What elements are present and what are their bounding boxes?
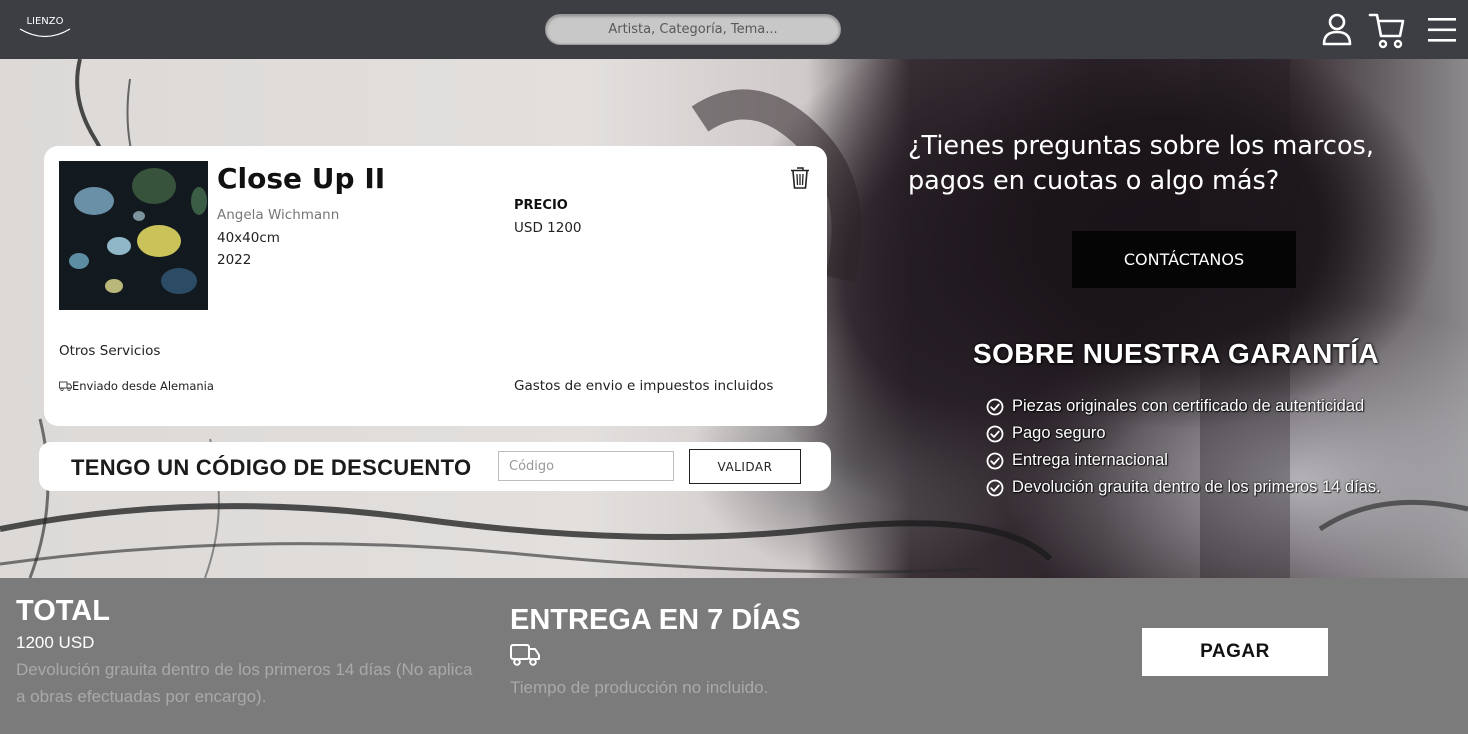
return-policy-note: Devolución grauita dentro de los primero…: [16, 660, 473, 706]
guarantee-item: Devolución grauita dentro de los primero…: [986, 474, 1381, 501]
total-amount: 1200 USD: [16, 633, 95, 652]
discount-code-input[interactable]: [498, 451, 674, 481]
menu-icon[interactable]: [1428, 17, 1456, 43]
cart-item-card: Close Up II Angela Wichmann 40x40cm 2022…: [44, 146, 827, 426]
discount-code-bar: TENGO UN CÓDIGO DE DESCUENTO VALIDAR: [39, 442, 831, 491]
artwork-year: 2022: [217, 252, 252, 268]
guarantee-title: SOBRE NUESTRA GARANTÍA: [973, 338, 1379, 369]
artwork-size: 40x40cm: [217, 230, 280, 246]
check-circle-icon: [986, 398, 1004, 415]
pay-button[interactable]: PAGAR: [1142, 628, 1328, 676]
site-logo[interactable]: LIENZO: [18, 12, 72, 42]
cart-icon[interactable]: [1368, 12, 1406, 50]
truck-icon: [59, 381, 72, 391]
contact-button[interactable]: CONTÁCTANOS: [1072, 231, 1296, 288]
logo-swoosh-icon: [19, 28, 71, 38]
checkout-summary-bar: TOTAL 1200 USD Devolución grauita dentro…: [0, 578, 1468, 734]
trash-icon[interactable]: [790, 166, 810, 190]
guarantee-item: Piezas originales con certificado de aut…: [986, 393, 1381, 420]
top-navigation-bar: LIENZO: [0, 0, 1468, 59]
check-circle-icon: [986, 479, 1004, 496]
artwork-title[interactable]: Close Up II: [217, 162, 385, 195]
hero-section: Close Up II Angela Wichmann 40x40cm 2022…: [0, 59, 1468, 578]
check-circle-icon: [986, 425, 1004, 442]
shipping-origin-text: Enviado desde Alemania: [72, 379, 214, 393]
check-circle-icon: [986, 452, 1004, 469]
user-icon[interactable]: [1321, 12, 1353, 46]
shipping-taxes-note: Gastos de envio e impuestos incluidos: [514, 378, 774, 394]
guarantee-item-text: Piezas originales con certificado de aut…: [1012, 397, 1365, 415]
guarantee-item: Pago seguro: [986, 420, 1381, 447]
shipping-origin: Enviado desde Alemania: [59, 379, 214, 393]
guarantee-item: Entrega internacional: [986, 447, 1381, 474]
guarantee-item-text: Pago seguro: [1012, 424, 1106, 442]
artwork-thumbnail[interactable]: [59, 161, 208, 310]
validate-button[interactable]: VALIDAR: [689, 449, 801, 484]
contact-question-heading: ¿Tienes preguntas sobre los marcos, pago…: [908, 131, 1374, 196]
production-time-note: Tiempo de producción no incluido.: [510, 678, 769, 697]
guarantee-item-text: Entrega internacional: [1012, 451, 1168, 469]
guarantee-item-text: Devolución grauita dentro de los primero…: [1012, 478, 1381, 496]
other-services-label: Otros Servicios: [59, 343, 161, 359]
guarantee-list: Piezas originales con certificado de aut…: [986, 393, 1381, 501]
truck-icon: [510, 644, 540, 666]
price-value: USD 1200: [514, 220, 582, 236]
discount-label: TENGO UN CÓDIGO DE DESCUENTO: [71, 455, 472, 480]
price-label: PRECIO: [514, 198, 568, 213]
total-title: TOTAL: [16, 595, 110, 627]
artwork-artist[interactable]: Angela Wichmann: [217, 207, 339, 223]
search-input[interactable]: [545, 14, 841, 45]
delivery-title: ENTREGA EN 7 DÍAS: [510, 604, 801, 636]
